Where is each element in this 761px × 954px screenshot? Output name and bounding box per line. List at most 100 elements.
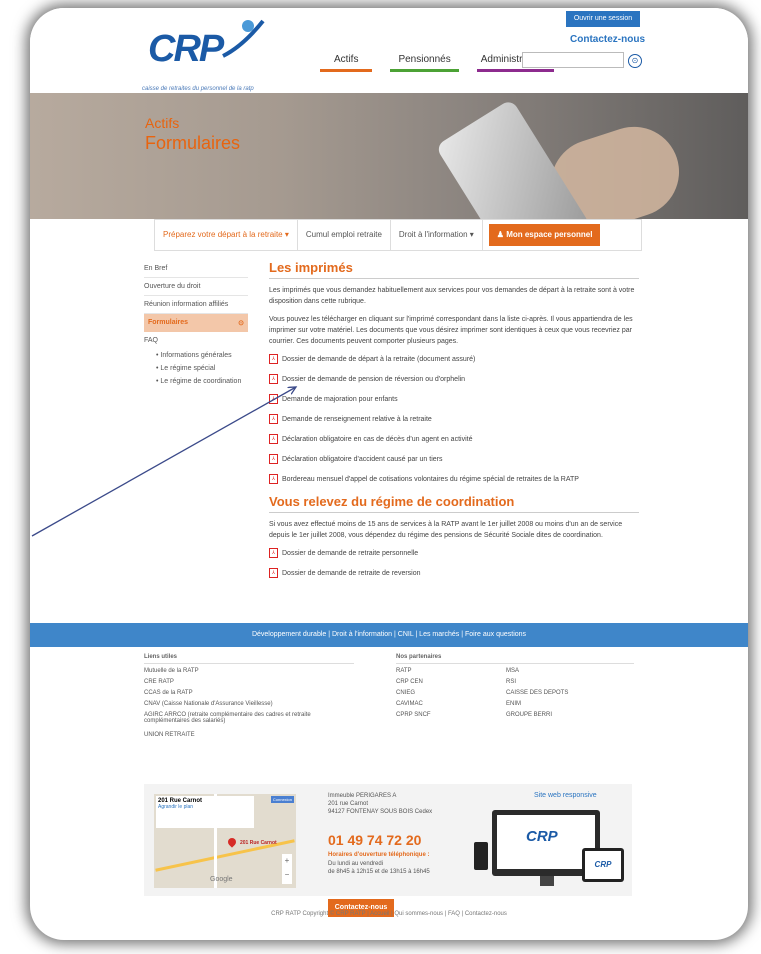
partner-link[interactable]: MSA	[506, 668, 568, 679]
partners-col-a: RATP CRP CEN CNIEG CAVIMAC CPRP SNCF	[396, 668, 506, 723]
search-input[interactable]	[522, 52, 624, 68]
address-line: 201 rue Carnot	[328, 801, 369, 807]
browser-frame: CRP caisse de retraites du personnel de …	[30, 8, 748, 940]
subitem-label: Informations générales	[160, 352, 232, 359]
sidebar-item-en-bref[interactable]: En Bref	[144, 260, 248, 278]
useful-link[interactable]: UNION RETRAITE	[144, 732, 354, 743]
doc-label: Déclaration obligatoire d'accident causé…	[282, 455, 443, 463]
hours-line: Du lundi au vendredi	[328, 861, 384, 867]
partner-link[interactable]: CAVIMAC	[396, 701, 506, 712]
hours-title: Horaires d'ouverture téléphonique :	[328, 852, 430, 858]
pdf-icon: ⅄	[269, 434, 278, 444]
pdf-icon: ⅄	[269, 548, 278, 558]
useful-link[interactable]: Mutuelle de la RATP	[144, 668, 354, 679]
espace-personnel-button[interactable]: ♟ Mon espace personnel	[488, 224, 601, 246]
doc-link[interactable]: ⅄ Demande de majoration pour enfants	[269, 394, 639, 404]
contact-link[interactable]: Contactez-nous	[570, 34, 645, 45]
partner-link[interactable]: CRP CEN	[396, 679, 506, 690]
pdf-icon: ⅄	[269, 474, 278, 484]
section-title-imprimes: Les imprimés	[269, 260, 639, 279]
tablet-device-image: CRP	[582, 848, 624, 882]
doc-link[interactable]: ⅄ Dossier de demande de départ à la retra…	[269, 354, 639, 364]
address: Immeuble PERIGARES A 201 rue Carnot 9412…	[328, 792, 432, 816]
doc-label: Dossier de demande de pension de réversi…	[282, 375, 466, 383]
partner-link[interactable]: CPRP SNCF	[396, 712, 506, 723]
sidebar-item-ouverture[interactable]: Ouverture du droit	[144, 278, 248, 296]
pdf-icon: ⅄	[269, 394, 278, 404]
hours-line: de 8h45 à 12h15 et de 13h15 à 16h45	[328, 869, 430, 875]
enlarge-map-link[interactable]: Agrandir le plan	[158, 804, 193, 810]
hero-banner: Actifs Formulaires	[30, 93, 748, 219]
sidebar-item-faq[interactable]: FAQ	[144, 332, 248, 349]
logo-figure-icon	[222, 19, 265, 58]
nav-pensionnes[interactable]: Pensionnés	[390, 54, 459, 72]
doc-label: Dossier de demande de retraite de revers…	[282, 569, 421, 577]
partners-col-b: MSA RSI CAISSE DES DEPOTS ENIM GROUPE BE…	[506, 668, 568, 723]
sidebar: En Bref Ouverture du droit Réunion infor…	[144, 260, 248, 388]
circle-arrow-icon: ⊙	[238, 320, 244, 327]
section-title-coordination: Vous relevez du régime de coordination	[269, 494, 639, 513]
copyright: CRP RATP Copyright © CRP RATP | Accueil …	[271, 911, 507, 917]
address-line: 94127 FONTENAY SOUS BOIS Cedex	[328, 809, 433, 815]
map-zoom-control[interactable]: + −	[282, 854, 292, 884]
doc-link[interactable]: ⅄ Dossier de demande de retraite personne…	[269, 548, 639, 558]
main-nav: Actifs Pensionnés Administrateurs	[320, 54, 555, 72]
doc-link[interactable]: ⅄ Dossier de demande de retraite de rever…	[269, 568, 639, 578]
subnav-preparez[interactable]: Préparez votre départ à la retraite ▾	[155, 220, 298, 250]
sidebar-item-label: Formulaires	[148, 319, 189, 326]
intro-paragraph-3: Si vous avez effectué moins de 15 ans de…	[269, 521, 623, 539]
nav-actifs[interactable]: Actifs	[320, 54, 373, 72]
useful-link[interactable]: CCAS de la RATP	[144, 690, 354, 701]
partner-link[interactable]: CNIEG	[396, 690, 506, 701]
monitor-stand	[540, 876, 554, 886]
crp-logo[interactable]: CRP	[148, 19, 298, 82]
sidebar-subitem-infos[interactable]: • Informations générales	[144, 349, 248, 362]
sidebar-subitem-coordination[interactable]: • Le régime de coordination	[144, 375, 248, 388]
partner-link[interactable]: ENIM	[506, 701, 568, 712]
doc-link[interactable]: ⅄ Déclaration obligatoire en cas de décès…	[269, 434, 639, 444]
sidebar-item-formulaires[interactable]: Formulaires ⊙	[144, 314, 248, 332]
useful-links-column: Liens utiles Mutuelle de la RATP CRE RAT…	[144, 654, 354, 743]
pdf-icon: ⅄	[269, 374, 278, 384]
doc-label: Bordereau mensuel d'appel de cotisations…	[282, 475, 579, 483]
subitem-label: Le régime spécial	[160, 365, 216, 372]
doc-link[interactable]: ⅄ Bordereau mensuel d'appel de cotisation…	[269, 474, 639, 484]
subnav-cumul[interactable]: Cumul emploi retraite	[298, 220, 391, 250]
sidebar-subitem-special[interactable]: • Le régime spécial	[144, 362, 248, 375]
open-session-button[interactable]: Ouvrir une session	[566, 11, 640, 27]
footer-links-bar[interactable]: Développement durable | Droit à l'inform…	[30, 623, 748, 647]
useful-link[interactable]: CNAV (Caisse Nationale d'Assurance Vieil…	[144, 701, 354, 712]
partner-link[interactable]: RATP	[396, 668, 506, 679]
useful-link[interactable]: CRE RATP	[144, 679, 354, 690]
phone-number: 01 49 74 72 20	[328, 832, 422, 848]
map-pin-label: 201 Rue Carnot	[240, 840, 277, 846]
useful-links-title: Liens utiles	[144, 654, 354, 664]
mobile-device-image	[474, 842, 488, 870]
doc-link[interactable]: ⅄ Déclaration obligatoire d'accident caus…	[269, 454, 639, 464]
pdf-icon: ⅄	[269, 354, 278, 364]
map-pin-icon	[226, 836, 238, 848]
responsive-title[interactable]: Site web responsive	[534, 792, 597, 799]
search-icon[interactable]: ⊙	[628, 54, 642, 68]
partner-link[interactable]: CAISSE DES DEPOTS	[506, 690, 568, 701]
hero-section: Actifs	[145, 115, 180, 131]
partner-link[interactable]: GROUPE BERRI	[506, 712, 568, 723]
sub-navigation: Préparez votre départ à la retraite ▾ Cu…	[154, 219, 642, 251]
top-header: CRP caisse de retraites du personnel de …	[30, 8, 748, 93]
partner-link[interactable]: RSI	[506, 679, 568, 690]
doc-label: Dossier de demande de retraite personnel…	[282, 549, 419, 557]
tablet-logo: CRP	[585, 851, 621, 879]
map-connect-button[interactable]: Connexion	[270, 796, 294, 803]
subnav-droit-info[interactable]: Droit à l'information ▾	[391, 220, 483, 250]
map-info-card: 201 Rue Carnot Agrandir le plan	[156, 796, 254, 828]
useful-link[interactable]: AGIRC ARRCO (retraite complémentaire des…	[144, 712, 344, 732]
doc-link[interactable]: ⅄ Demande de renseignement relative à la …	[269, 414, 639, 424]
tagline: caisse de retraites du personnel de la r…	[142, 86, 254, 92]
doc-label: Déclaration obligatoire en cas de décès …	[282, 435, 473, 443]
partners-title: Nos partenaires	[396, 654, 634, 664]
hours: Du lundi au vendredi de 8h45 à 12h15 et …	[328, 860, 430, 876]
location-map[interactable]: 201 Rue Carnot Agrandir le plan Connexio…	[154, 794, 296, 888]
sidebar-item-reunion[interactable]: Réunion information affiliés	[144, 296, 248, 314]
doc-label: Demande de majoration pour enfants	[282, 395, 398, 403]
doc-link[interactable]: ⅄ Dossier de demande de pension de révers…	[269, 374, 639, 384]
